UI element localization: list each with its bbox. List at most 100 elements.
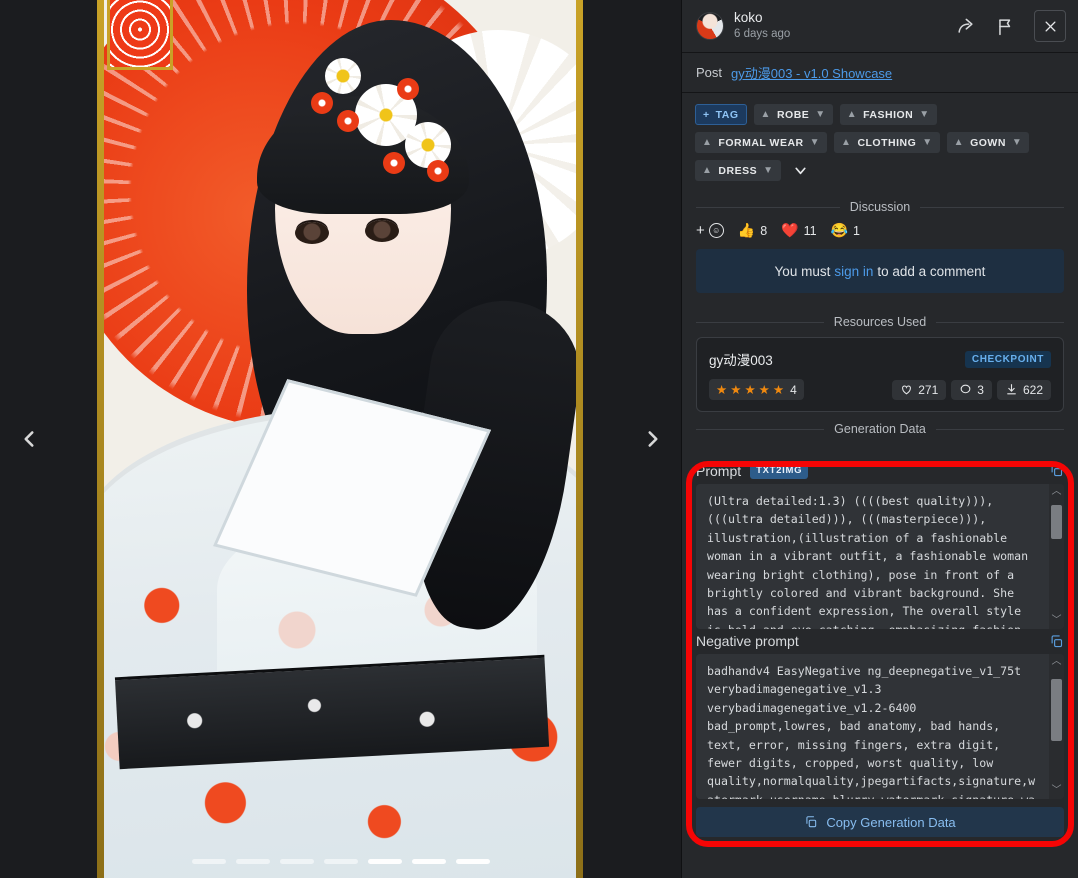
downvote-icon[interactable]: ▼ — [810, 137, 820, 148]
prompt-text: (Ultra detailed:1.3) ((((best quality)))… — [707, 494, 1029, 629]
discussion-section-title: Discussion — [682, 200, 1078, 214]
resource-card-stats: ★ ★ ★ ★ ★ 4 271 3 622 — [709, 379, 1051, 400]
generation-data-section: Prompt TXT2IMG (Ultra detailed:1.3) ((((… — [682, 454, 1078, 878]
txt2img-badge: TXT2IMG — [750, 462, 809, 479]
likes-stat: 271 — [892, 379, 947, 400]
downvote-icon[interactable]: ▼ — [1012, 137, 1022, 148]
post-link[interactable]: gy动漫003 - v1.0 Showcase — [731, 63, 892, 82]
star-icon: ★ — [772, 383, 785, 397]
image-viewer — [0, 0, 681, 878]
signin-prompt: You must sign in to add a comment — [696, 249, 1064, 293]
upvote-icon[interactable]: ▲ — [847, 109, 857, 120]
comment-icon — [960, 384, 971, 394]
comments-stat: 3 — [951, 379, 992, 400]
star-icon: ★ — [758, 383, 770, 397]
upvote-icon[interactable]: ▲ — [702, 165, 712, 176]
resource-name[interactable]: gy动漫003 — [709, 349, 773, 369]
heart-outline-icon — [902, 385, 912, 395]
post-label: Post — [696, 65, 723, 80]
scrollbar-track[interactable] — [1051, 499, 1062, 614]
reaction-bar: + ☺ 👍 8 ❤️ 11 😂 1 — [682, 222, 1078, 249]
share-icon — [957, 18, 973, 33]
carousel-indicator[interactable] — [411, 859, 446, 864]
chevron-down-icon — [794, 167, 806, 175]
downloads-count: 622 — [1022, 382, 1043, 397]
copy-prompt-button[interactable] — [1049, 463, 1064, 478]
carousel-indicator[interactable] — [455, 859, 490, 864]
tag-label: FORMAL WEAR — [718, 136, 804, 149]
downvote-icon[interactable]: ▼ — [922, 137, 932, 148]
downvote-icon[interactable]: ▼ — [919, 109, 929, 120]
signin-suffix: to add a comment — [877, 263, 986, 279]
star-icon: ★ — [716, 383, 728, 397]
copy-negative-prompt-button[interactable] — [1049, 634, 1064, 649]
chevron-left-icon — [24, 431, 34, 447]
star-icon: ★ — [730, 383, 742, 397]
copy-generation-data-button[interactable]: Copy Generation Data — [696, 807, 1064, 837]
username[interactable]: koko — [734, 10, 940, 27]
show-more-tags-button[interactable] — [788, 160, 813, 181]
prompt-textbox[interactable]: (Ultra detailed:1.3) ((((best quality)))… — [696, 484, 1064, 629]
smiley-icon: ☺ — [708, 223, 724, 238]
scrollbar-thumb[interactable] — [1051, 679, 1062, 741]
carousel-indicator-active[interactable] — [367, 859, 402, 864]
add-tag-label: TAG — [715, 108, 739, 121]
downvote-icon[interactable]: ▼ — [815, 109, 825, 120]
tag-label: ROBE — [776, 108, 810, 121]
add-tag-button[interactable]: + TAG — [695, 104, 747, 125]
negative-prompt-field-header: Negative prompt — [696, 629, 1064, 654]
tag-clothing[interactable]: ▲ CLOTHING ▼ — [834, 132, 940, 153]
star-icon: ★ — [744, 383, 756, 397]
carousel-indicator[interactable] — [235, 859, 270, 864]
negative-prompt-scrollbar[interactable]: ︿ ﹀ — [1049, 654, 1064, 799]
previous-image-button[interactable] — [6, 416, 52, 462]
report-button[interactable] — [990, 11, 1020, 41]
tag-robe[interactable]: ▲ ROBE ▼ — [753, 104, 833, 125]
scrollbar-thumb[interactable] — [1051, 505, 1062, 539]
carousel-indicator[interactable] — [279, 859, 314, 864]
prompt-scrollbar[interactable]: ︿ ﹀ — [1049, 484, 1064, 629]
rating-count: 4 — [790, 382, 797, 397]
downloads-stat: 622 — [996, 379, 1051, 400]
tag-fashion[interactable]: ▲ FASHION ▼ — [839, 104, 937, 125]
upvote-icon[interactable]: ▲ — [954, 137, 964, 148]
carousel-indicator[interactable] — [323, 859, 358, 864]
copy-generation-data-label: Copy Generation Data — [826, 814, 956, 830]
copy-icon — [1051, 464, 1063, 477]
resource-card-header: gy动漫003 CHECKPOINT — [709, 349, 1051, 369]
resources-section-title: Resources Used — [682, 315, 1078, 329]
scrollbar-track[interactable] — [1051, 669, 1062, 784]
next-image-button[interactable] — [630, 416, 676, 462]
upvote-icon[interactable]: ▲ — [841, 137, 851, 148]
resource-metrics: 271 3 622 — [892, 379, 1051, 400]
scroll-down-icon[interactable]: ﹀ — [1052, 783, 1062, 799]
upvote-icon[interactable]: ▲ — [761, 109, 771, 120]
tag-formal-wear[interactable]: ▲ FORMAL WEAR ▼ — [695, 132, 828, 153]
reaction-count: 11 — [803, 223, 817, 238]
displayed-image — [97, 0, 583, 878]
tag-label: GOWN — [970, 136, 1006, 149]
carousel-indicator[interactable] — [191, 859, 226, 864]
resource-card[interactable]: gy动漫003 CHECKPOINT ★ ★ ★ ★ ★ 4 271 3 622 — [696, 337, 1064, 412]
reaction-laugh[interactable]: 😂 1 — [831, 222, 860, 239]
close-button[interactable] — [1034, 10, 1066, 42]
reaction-thumbsup[interactable]: 👍 8 — [738, 222, 767, 239]
reaction-heart[interactable]: ❤️ 11 — [781, 222, 816, 239]
scroll-down-icon[interactable]: ﹀ — [1052, 613, 1062, 629]
add-reaction-button[interactable]: + ☺ — [696, 222, 724, 239]
share-button[interactable] — [950, 11, 980, 41]
tag-dress[interactable]: ▲ DRESS ▼ — [695, 160, 781, 181]
carousel-indicators[interactable] — [0, 859, 681, 864]
upvote-icon[interactable]: ▲ — [702, 137, 712, 148]
prompt-field-header: Prompt TXT2IMG — [696, 458, 1064, 484]
negative-prompt-text: badhandv4 EasyNegative ng_deepnegative_v… — [707, 664, 1036, 799]
signin-link[interactable]: sign in — [834, 264, 873, 279]
negative-prompt-textbox[interactable]: badhandv4 EasyNegative ng_deepnegative_v… — [696, 654, 1064, 799]
downvote-icon[interactable]: ▼ — [763, 165, 773, 176]
avatar[interactable] — [696, 12, 724, 40]
scroll-up-icon[interactable]: ︿ — [1052, 654, 1062, 670]
chevron-right-icon — [648, 431, 658, 447]
scroll-up-icon[interactable]: ︿ — [1052, 484, 1062, 500]
tag-list: + TAG ▲ ROBE ▼ ▲ FASHION ▼ ▲ FORMAL WEAR… — [682, 93, 1078, 190]
tag-gown[interactable]: ▲ GOWN ▼ — [946, 132, 1030, 153]
